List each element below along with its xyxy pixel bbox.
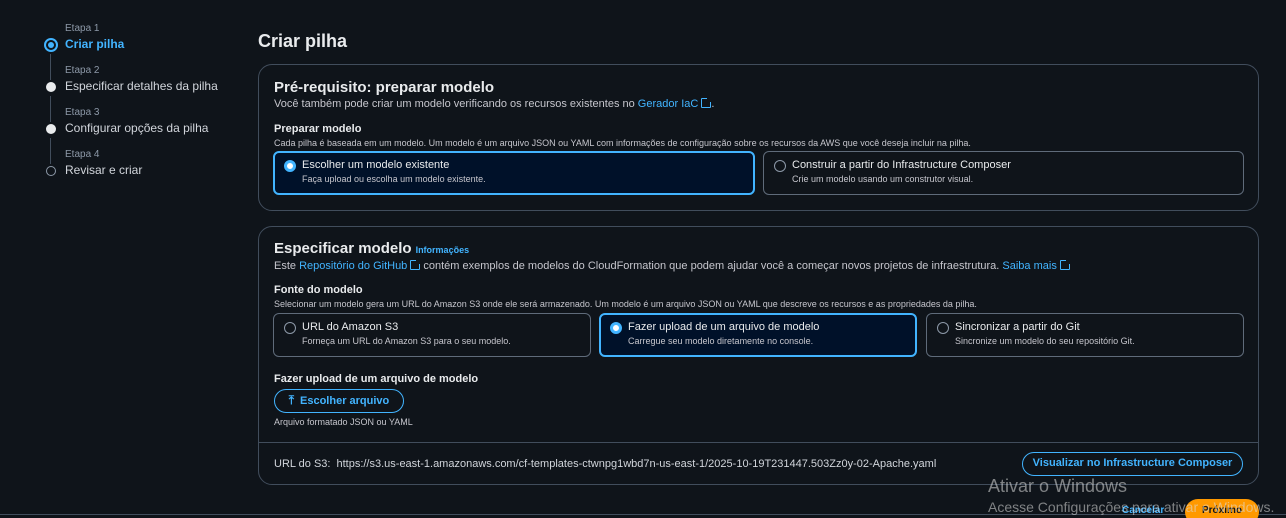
radio-selected-icon[interactable] <box>284 160 296 172</box>
option-title: Sincronizar a partir do Git <box>955 321 1080 333</box>
specify-template-panel: Especificar modelo Informações Este Repos… <box>258 226 1259 485</box>
external-link-icon <box>410 259 422 270</box>
external-link-icon <box>701 97 713 108</box>
description-text: Este <box>274 260 300 272</box>
prerequisite-panel: Pré-requisito: preparar modelo Você tamb… <box>258 64 1259 211</box>
wizard-steps: Etapa 1 Criar pilha Etapa 2 Especificar … <box>44 22 244 190</box>
option-subtitle: Faça upload ou escolha um modelo existen… <box>302 174 486 184</box>
option-subtitle: Carregue seu modelo diretamente no conso… <box>628 336 814 346</box>
step-dot-icon <box>46 124 56 134</box>
learn-more-link[interactable]: Saiba mais <box>1002 260 1056 272</box>
option-title: Fazer upload de um arquivo de modelo <box>628 321 820 333</box>
option-subtitle: Sincronize um modelo do seu repositório … <box>955 336 1135 346</box>
step-number: Etapa 4 <box>65 149 100 160</box>
step-number: Etapa 2 <box>65 65 100 76</box>
option-s3-url[interactable]: URL do Amazon S3 Forneça um URL do Amazo… <box>273 313 591 357</box>
prepare-template-hint: Cada pilha é baseada em um modelo. Um mo… <box>274 138 971 148</box>
page-title: Criar pilha <box>258 31 348 51</box>
radio-icon[interactable] <box>284 322 296 334</box>
windows-activation-title: Ativar o Windows <box>988 476 1128 496</box>
radio-icon[interactable] <box>937 322 949 334</box>
step-number: Etapa 3 <box>65 107 100 118</box>
step-label: Revisar e criar <box>65 163 143 177</box>
option-subtitle: Forneça um URL do Amazon S3 para o seu m… <box>302 336 511 346</box>
external-link-icon <box>1059 259 1071 270</box>
option-infrastructure-composer[interactable]: Construir a partir do Infrastructure Com… <box>763 151 1244 195</box>
s3-url-row: URL do S3: https://s3.us-east-1.amazonaws… <box>274 458 936 470</box>
upload-file-hint: Arquivo formatado JSON ou YAML <box>274 417 413 427</box>
specify-template-description: Este Repositório do GitHub contém exempl… <box>274 259 1071 272</box>
prerequisite-title: Pré-requisito: preparar modelo <box>274 79 495 96</box>
upload-icon: ⤒ <box>288 393 295 407</box>
iac-generator-link[interactable]: Gerador IaC <box>638 98 699 110</box>
specify-template-title: Especificar modelo Informações <box>274 240 469 257</box>
step-2[interactable]: Etapa 2 Especificar detalhes da pilha <box>44 64 244 122</box>
upload-file-label: Fazer upload de um arquivo de modelo <box>274 373 479 385</box>
windows-activation-subtitle: Acesse Configurações para ativar o Windo… <box>988 499 1275 515</box>
step-label[interactable]: Configurar opções da pilha <box>65 121 208 135</box>
option-sync-git[interactable]: Sincronizar a partir do Git Sincronize u… <box>926 313 1244 357</box>
step-pending-icon <box>46 166 56 176</box>
radio-selected-icon[interactable] <box>610 322 622 334</box>
option-subtitle: Crie um modelo usando um construtor visu… <box>792 174 974 184</box>
specify-template-heading: Especificar modelo <box>274 240 412 257</box>
choose-file-label: Escolher arquivo <box>300 395 390 407</box>
description-text: Você também pode criar um modelo verific… <box>274 98 638 110</box>
template-source-hint: Selecionar um modelo gera um URL do Amaz… <box>274 299 977 309</box>
step-1[interactable]: Etapa 1 Criar pilha <box>44 22 244 80</box>
option-existing-template[interactable]: Escolher um modelo existente Faça upload… <box>273 151 755 195</box>
option-title: Construir a partir do Infrastructure Com… <box>792 159 1011 171</box>
option-title: Escolher um modelo existente <box>302 159 450 171</box>
step-label[interactable]: Especificar detalhes da pilha <box>65 79 218 93</box>
step-active-icon <box>44 38 58 52</box>
template-source-label: Fonte do modelo <box>274 284 363 296</box>
s3-url-value: https://s3.us-east-1.amazonaws.com/cf-te… <box>336 458 937 470</box>
prerequisite-description: Você também pode criar um modelo verific… <box>274 97 714 110</box>
description-text: contém exemplos de modelos do CloudForma… <box>420 260 1003 272</box>
github-repo-link[interactable]: Repositório do GitHub <box>299 260 407 272</box>
info-link[interactable]: Informações <box>416 245 470 255</box>
prepare-template-label: Preparar modelo <box>274 123 362 135</box>
step-number: Etapa 1 <box>65 23 100 34</box>
s3-url-label: URL do S3: <box>274 458 331 470</box>
choose-file-button[interactable]: ⤒ Escolher arquivo <box>274 389 404 413</box>
step-3[interactable]: Etapa 3 Configurar opções da pilha <box>44 106 244 164</box>
divider <box>259 442 1258 443</box>
option-title: URL do Amazon S3 <box>302 321 399 333</box>
step-4: Etapa 4 Revisar e criar <box>44 148 244 190</box>
step-label[interactable]: Criar pilha <box>65 37 124 51</box>
option-upload-file[interactable]: Fazer upload de um arquivo de modelo Car… <box>599 313 917 357</box>
step-dot-icon <box>46 82 56 92</box>
view-in-composer-button[interactable]: Visualizar no Infrastructure Composer <box>1022 452 1243 476</box>
radio-icon[interactable] <box>774 160 786 172</box>
